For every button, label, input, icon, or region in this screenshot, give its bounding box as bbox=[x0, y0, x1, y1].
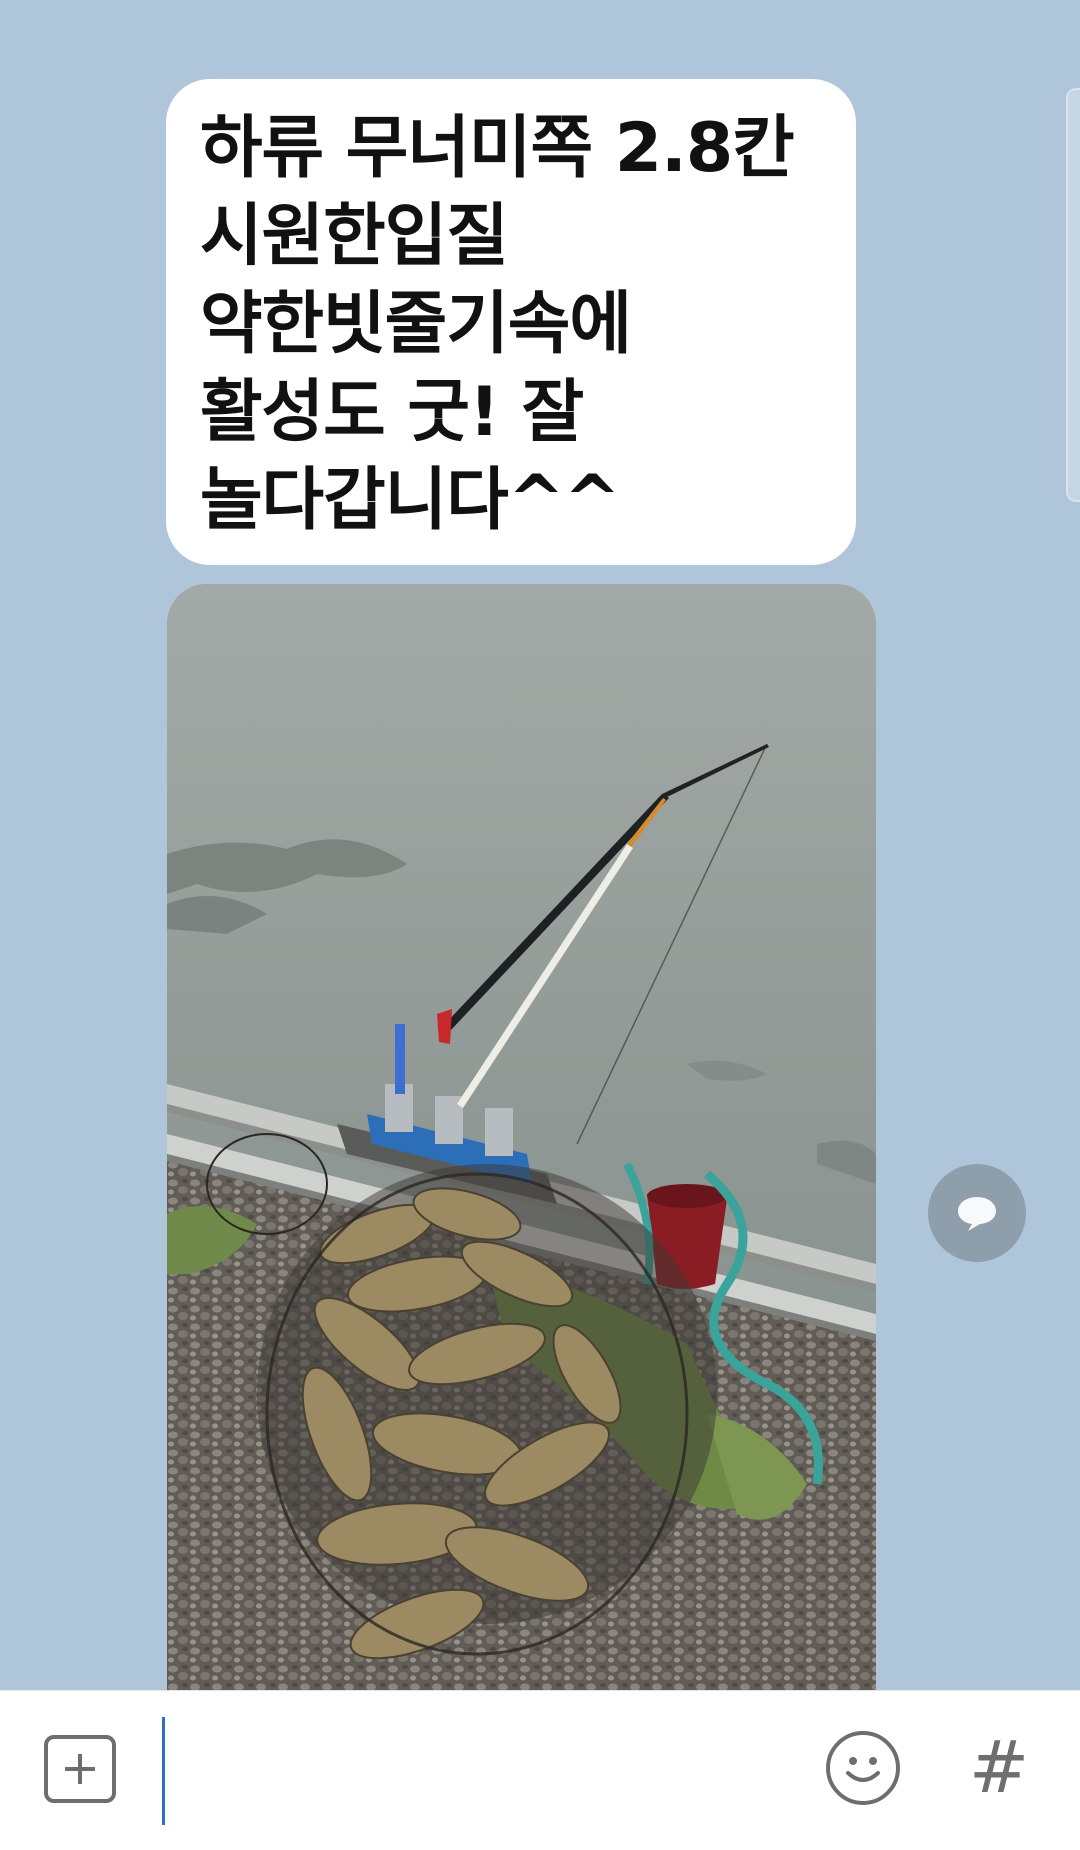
chat-area[interactable]: 하류 무너미쪽 2.8칸 시원한입질 약한빗줄기속에 활성도 굿! 잘 놀다갑니… bbox=[0, 0, 1080, 1690]
message-photo[interactable] bbox=[167, 584, 876, 1690]
message-input[interactable] bbox=[160, 1717, 800, 1827]
reply-button[interactable] bbox=[928, 1164, 1026, 1262]
speech-bubble-icon bbox=[958, 1197, 996, 1231]
hashtag-button[interactable]: # bbox=[964, 1727, 1034, 1807]
message-text: 하류 무너미쪽 2.8칸 시원한입질 약한빗줄기속에 활성도 굿! 잘 놀다갑니… bbox=[200, 109, 795, 540]
fishing-photo-image bbox=[167, 584, 876, 1690]
message-bubble[interactable]: 하류 무너미쪽 2.8칸 시원한입질 약한빗줄기속에 활성도 굿! 잘 놀다갑니… bbox=[166, 79, 856, 565]
text-cursor bbox=[162, 1717, 165, 1825]
emoji-button[interactable] bbox=[826, 1731, 900, 1805]
add-attachment-button[interactable] bbox=[44, 1735, 116, 1803]
message-input-bar: # bbox=[0, 1690, 1080, 1850]
smiley-icon bbox=[846, 1757, 880, 1782]
plus-icon bbox=[65, 1754, 95, 1784]
scroll-indicator[interactable] bbox=[1066, 88, 1080, 502]
